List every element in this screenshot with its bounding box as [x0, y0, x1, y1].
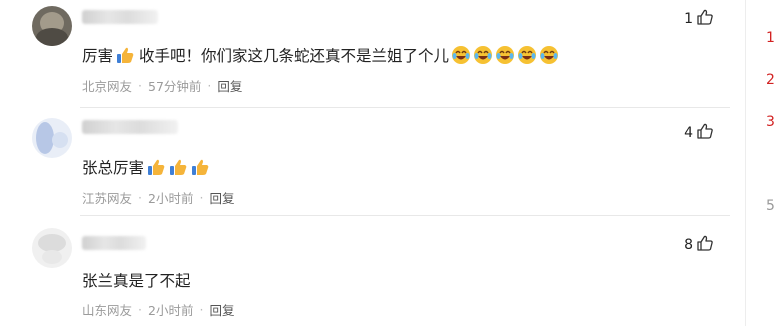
- like-button[interactable]: 8: [684, 234, 714, 256]
- thumbs-up-icon: [696, 234, 714, 256]
- like-button[interactable]: 4: [684, 122, 714, 144]
- laughing-emoji-icon: [473, 45, 493, 65]
- comment-text-start: 厉害: [82, 47, 114, 65]
- rank-number: 1: [766, 30, 775, 46]
- laughing-emoji-icon: [495, 45, 515, 65]
- thumbs-up-emoji-icon: [168, 157, 188, 177]
- thumbs-up-emoji-icon: [190, 157, 210, 177]
- comment-text-start: 张兰真是了不起: [82, 272, 191, 290]
- username-blurred: [82, 120, 178, 134]
- comment-meta: 江苏网友 · 2小时前 · 回复: [82, 188, 234, 207]
- comment-location: 江苏网友: [82, 191, 133, 206]
- separator-dot: ·: [207, 78, 212, 93]
- rank-number: 3: [766, 114, 775, 130]
- thumbs-up-emoji-icon: [115, 45, 135, 65]
- comment-list: 厉害 收手吧！你们家这几条蛇还真不是兰姐了个儿 北京网友 · 57分钟前 · 回…: [0, 0, 730, 326]
- reply-button[interactable]: 回复: [209, 300, 234, 319]
- comment-text-start: 张总厉害: [82, 159, 145, 177]
- separator-dot: ·: [138, 78, 142, 93]
- rank-number: 5: [766, 198, 775, 214]
- comment-text-end: 收手吧！你们家这几条蛇还真不是兰姐了个儿: [139, 47, 450, 65]
- comment-time: 57分钟前: [148, 79, 202, 94]
- user-avatar[interactable]: [32, 6, 72, 46]
- user-avatar[interactable]: [32, 118, 72, 158]
- laughing-emoji-icon: [517, 45, 537, 65]
- like-button[interactable]: 1: [684, 8, 714, 30]
- side-rank-column: 1 2 3 5: [745, 0, 777, 326]
- like-count: 8: [684, 237, 693, 253]
- separator-dot: ·: [138, 190, 142, 205]
- comment-location: 北京网友: [82, 79, 133, 94]
- comment-meta: 北京网友 · 57分钟前 · 回复: [82, 76, 242, 95]
- laughing-emoji-icon: [539, 45, 559, 65]
- reply-button[interactable]: 回复: [209, 188, 234, 207]
- comment-item: 张总厉害 江苏网友 · 2小时前 · 回复 4: [0, 108, 730, 216]
- thumbs-up-icon: [696, 122, 714, 144]
- comment-meta: 山东网友 · 2小时前 · 回复: [82, 300, 234, 319]
- comment-text: 厉害 收手吧！你们家这几条蛇还真不是兰姐了个儿: [82, 44, 559, 66]
- username-blurred: [82, 10, 158, 24]
- thumbs-up-emoji-icon: [146, 157, 166, 177]
- username-blurred: [82, 236, 146, 250]
- comment-time: 2小时前: [148, 303, 194, 318]
- comment-item: 张兰真是了不起 山东网友 · 2小时前 · 回复 8: [0, 216, 730, 324]
- comment-text: 张总厉害: [82, 156, 210, 178]
- like-count: 1: [684, 11, 693, 27]
- separator-dot: ·: [199, 302, 204, 317]
- comment-item: 厉害 收手吧！你们家这几条蛇还真不是兰姐了个儿 北京网友 · 57分钟前 · 回…: [0, 0, 730, 108]
- comment-text: 张兰真是了不起: [82, 269, 191, 291]
- separator-dot: ·: [138, 302, 142, 317]
- thumbs-up-icon: [696, 8, 714, 30]
- reply-button[interactable]: 回复: [217, 76, 242, 95]
- user-avatar[interactable]: [32, 228, 72, 268]
- like-count: 4: [684, 125, 693, 141]
- comment-location: 山东网友: [82, 303, 133, 318]
- separator-dot: ·: [199, 190, 204, 205]
- rank-number: 2: [766, 72, 775, 88]
- comment-time: 2小时前: [148, 191, 194, 206]
- laughing-emoji-icon: [451, 45, 471, 65]
